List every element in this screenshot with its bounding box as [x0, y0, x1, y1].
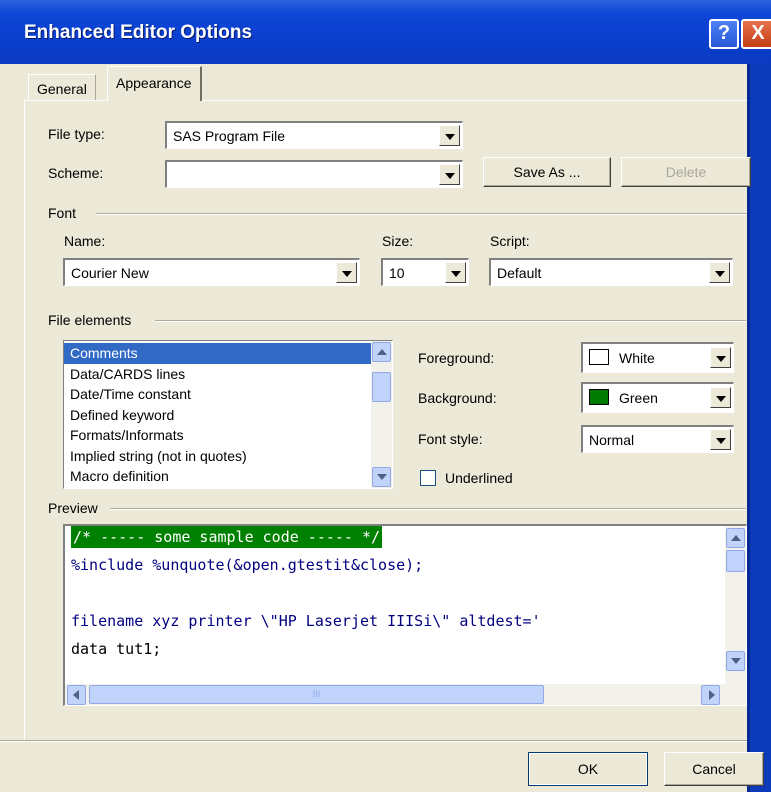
scheme-label: Scheme:: [48, 165, 104, 181]
chevron-down-icon[interactable]: [710, 347, 731, 368]
scroll-down-icon[interactable]: [372, 467, 391, 487]
ok-button[interactable]: OK: [528, 752, 648, 786]
code-line: /* ----- some sample code ----- */: [71, 526, 383, 548]
list-item[interactable]: Formats/Informats: [64, 425, 372, 446]
scroll-right-icon[interactable]: [701, 685, 720, 705]
file-elements-group-divider: [155, 320, 746, 322]
foreground-color-swatch: [589, 349, 609, 365]
chevron-down-icon[interactable]: [439, 164, 460, 185]
chevron-down-icon[interactable]: [710, 429, 731, 450]
font-script-select[interactable]: Default: [489, 258, 733, 286]
font-name-label: Name:: [64, 233, 106, 249]
file-type-select[interactable]: SAS Program File: [165, 121, 463, 149]
save-as-button[interactable]: Save As ...: [483, 157, 611, 187]
foreground-select[interactable]: White: [581, 342, 734, 373]
help-button[interactable]: ?: [709, 19, 739, 49]
list-item[interactable]: Date/Time constant: [64, 384, 372, 405]
cancel-button[interactable]: Cancel: [664, 752, 764, 786]
font-style-label: Font style:: [418, 431, 483, 447]
font-size-label: Size:: [382, 233, 414, 249]
scroll-down-icon[interactable]: [726, 651, 745, 671]
list-item[interactable]: Comments: [64, 343, 372, 364]
code-line: %include %unquote(&open.gtestit&close);: [71, 556, 424, 574]
list-vertical-scrollbar[interactable]: [371, 341, 392, 488]
list-item[interactable]: Macro definition: [64, 466, 372, 487]
font-name-value: Courier New: [71, 265, 149, 281]
preview-group-divider: [110, 508, 746, 510]
font-group-label: Font: [48, 205, 77, 221]
bottom-divider: [0, 740, 747, 742]
preview-group-label: Preview: [48, 500, 98, 516]
underlined-checkbox[interactable]: [420, 470, 436, 486]
font-size-value: 10: [389, 265, 405, 281]
font-group-divider: [96, 213, 746, 215]
foreground-label: Foreground:: [418, 350, 495, 366]
scroll-left-icon[interactable]: [67, 685, 86, 705]
font-size-select[interactable]: 10: [381, 258, 469, 286]
preview-pane[interactable]: /* ----- some sample code ----- */ %inclu…: [63, 524, 747, 706]
preview-hscroll-thumb[interactable]: III: [89, 685, 544, 704]
font-name-select[interactable]: Courier New: [63, 258, 360, 286]
foreground-value: White: [619, 350, 655, 366]
list-scroll-thumb[interactable]: [372, 372, 391, 402]
chevron-down-icon[interactable]: [439, 125, 460, 146]
file-elements-group-label: File elements: [48, 312, 132, 328]
list-item[interactable]: Defined keyword: [64, 405, 372, 426]
chevron-down-icon[interactable]: [709, 262, 730, 283]
file-type-value: SAS Program File: [173, 128, 286, 144]
scroll-up-icon[interactable]: [726, 528, 745, 548]
tab-general[interactable]: General: [28, 74, 96, 100]
background-color-swatch: [589, 389, 609, 405]
preview-vertical-scrollbar[interactable]: [725, 526, 746, 686]
background-value: Green: [619, 390, 658, 406]
delete-button[interactable]: Delete: [621, 157, 751, 187]
chevron-down-icon[interactable]: [445, 262, 466, 283]
file-type-label: File type:: [48, 126, 105, 142]
font-script-value: Default: [497, 265, 542, 281]
chevron-down-icon[interactable]: [710, 387, 731, 408]
font-script-label: Script:: [490, 233, 530, 249]
scheme-select[interactable]: [165, 160, 463, 188]
list-item[interactable]: Data/CARDS lines: [64, 364, 372, 385]
file-elements-list[interactable]: Comments Data/CARDS lines Date/Time consta…: [63, 340, 393, 489]
list-item[interactable]: Implied string (not in quotes): [64, 446, 372, 467]
tab-appearance[interactable]: Appearance: [107, 66, 202, 101]
background-label: Background:: [418, 390, 497, 406]
window-title: Enhanced Editor Options: [24, 22, 253, 43]
font-style-value: Normal: [589, 432, 635, 448]
underlined-label: Underlined: [445, 470, 513, 486]
background-select[interactable]: Green: [581, 382, 734, 413]
preview-horizontal-scrollbar[interactable]: III: [65, 684, 746, 705]
scroll-up-icon[interactable]: [372, 342, 391, 362]
code-line: data tut1;: [71, 640, 162, 658]
close-button[interactable]: X: [741, 19, 771, 49]
font-style-select[interactable]: Normal: [581, 425, 734, 453]
chevron-down-icon[interactable]: [336, 262, 357, 283]
code-line: filename xyz printer \"HP Laserjet IIISi…: [71, 612, 541, 630]
preview-vscroll-thumb[interactable]: [726, 550, 745, 572]
